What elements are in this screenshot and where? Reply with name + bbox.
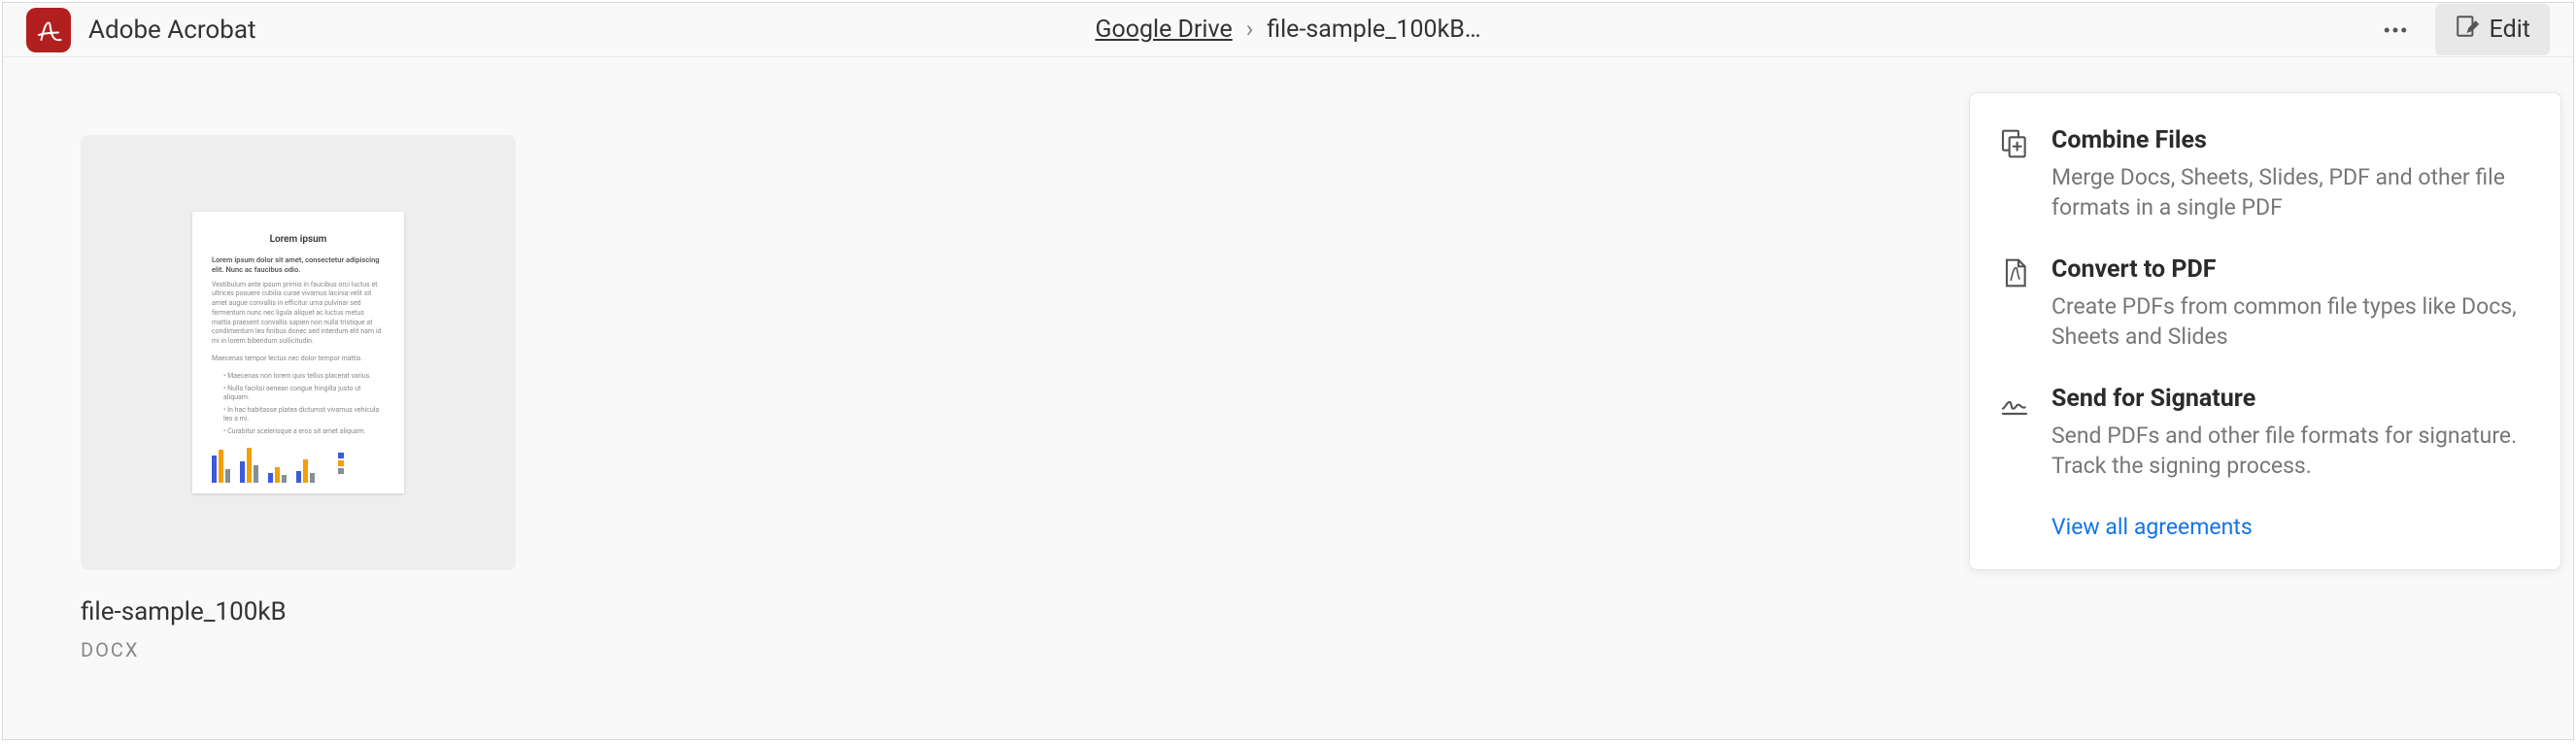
panel-item-title: Combine Files — [2051, 126, 2531, 154]
panel-item-combine[interactable]: Combine Files Merge Docs, Sheets, Slides… — [1999, 126, 2531, 222]
acrobat-logo — [26, 8, 71, 52]
view-agreements-link[interactable]: View all agreements — [2051, 514, 2531, 540]
file-thumbnail[interactable]: Lorem ipsum Lorem ipsum dolor sit amet, … — [81, 135, 516, 570]
edit-button[interactable]: Edit — [2435, 4, 2550, 55]
file-name: file-sample_100kB — [81, 597, 516, 626]
edit-icon — [2455, 14, 2480, 46]
panel-item-title: Convert to PDF — [2051, 255, 2531, 284]
combine-icon — [1999, 128, 2030, 159]
panel-item-signature[interactable]: Send for Signature Send PDFs and other f… — [1999, 385, 2531, 481]
panel-item-desc: Create PDFs from common file types like … — [2051, 291, 2531, 352]
panel-item-title: Send for Signature — [2051, 385, 2531, 413]
breadcrumb-current: file-sample_100kB… — [1267, 16, 1480, 44]
thumbnail-page: Lorem ipsum Lorem ipsum dolor sit amet, … — [192, 212, 404, 493]
file-type: docx — [81, 638, 516, 661]
edit-label: Edit — [2490, 16, 2530, 44]
pdf-icon — [1999, 257, 2030, 288]
thumb-subtitle: Lorem ipsum dolor sit amet, consectetur … — [212, 255, 385, 275]
breadcrumb-root[interactable]: Google Drive — [1095, 16, 1232, 44]
thumb-paragraph: Vestibulum ante ipsum primis in faucibus… — [212, 281, 385, 348]
panel-item-convert[interactable]: Convert to PDF Create PDFs from common f… — [1999, 255, 2531, 352]
signature-icon — [1999, 387, 2030, 418]
file-card[interactable]: Lorem ipsum Lorem ipsum dolor sit amet, … — [81, 135, 516, 661]
thumb-chart — [212, 444, 385, 483]
thumb-list: • Maecenas non lorem quis tellus placera… — [223, 372, 385, 437]
panel-item-desc: Merge Docs, Sheets, Slides, PDF and othe… — [2051, 162, 2531, 222]
breadcrumb: Google Drive › file-sample_100kB… — [1095, 16, 1480, 44]
panel-item-desc: Send PDFs and other file formats for sig… — [2051, 421, 2531, 481]
actions-panel: Combine Files Merge Docs, Sheets, Slides… — [1969, 92, 2561, 570]
thumb-title: Lorem ipsum — [212, 233, 385, 246]
app-title: Adobe Acrobat — [88, 16, 256, 45]
breadcrumb-separator: › — [1246, 16, 1254, 44]
thumb-paragraph: Maecenas tempor lectus nec dolor tempor … — [212, 355, 385, 364]
more-button[interactable] — [2373, 8, 2418, 52]
header: Adobe Acrobat Google Drive › file-sample… — [3, 3, 2573, 57]
